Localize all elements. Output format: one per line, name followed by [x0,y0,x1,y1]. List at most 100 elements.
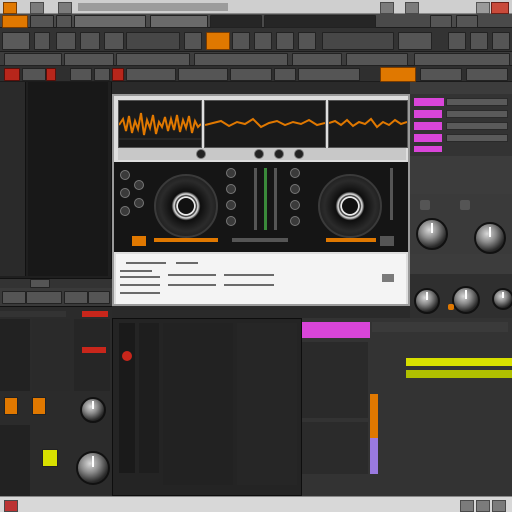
tab-button[interactable] [64,291,88,304]
mixer-knob[interactable] [226,184,236,194]
browser-list[interactable] [28,82,108,276]
deck-button[interactable] [120,206,130,216]
toolbar-button[interactable] [298,32,316,50]
toolbar-button[interactable] [70,68,92,81]
record-icon[interactable] [122,351,132,361]
channel-fader[interactable] [254,168,257,230]
tab-button[interactable] [2,291,26,304]
minimize-icon[interactable] [476,2,490,14]
clip-yellow-2[interactable] [406,370,512,378]
sampler-list[interactable] [0,319,30,391]
knob-icon[interactable] [80,397,106,423]
toolbar-field[interactable] [4,53,62,66]
knob-icon[interactable] [492,288,512,310]
list-row[interactable] [446,122,508,130]
toolbar-button[interactable] [470,32,488,50]
mixer-knob[interactable] [290,200,300,210]
toolbar-button[interactable] [126,32,180,50]
settings-icon[interactable] [380,2,394,14]
mixer-knob[interactable] [226,216,236,226]
highlighted-row[interactable] [414,110,442,118]
toolbar-button[interactable] [94,68,110,81]
hotcue-strip[interactable] [326,238,376,242]
status-icon[interactable] [460,500,474,512]
toolbar-button[interactable] [448,32,466,50]
sampler-list[interactable] [74,319,110,391]
clip-list[interactable] [302,342,368,418]
toolbar-field[interactable] [420,68,462,81]
record-icon[interactable] [206,32,230,50]
deck-button[interactable] [120,170,130,180]
toolbar-button[interactable] [34,32,50,50]
info-icon[interactable] [382,274,394,282]
channel-fader[interactable] [274,168,277,230]
track-list[interactable] [112,318,302,496]
pitch-fader[interactable] [390,168,393,220]
record-icon[interactable] [4,68,20,81]
playlist-mini[interactable] [410,94,512,156]
knob-icon[interactable] [452,286,480,314]
clip-yellow[interactable] [406,358,512,366]
toolbar-button[interactable] [2,32,30,50]
cue-button[interactable] [132,236,146,246]
deck-button[interactable] [120,188,130,198]
file-icon[interactable] [58,2,72,14]
window-icon[interactable] [405,2,419,14]
toolbar-field[interactable] [298,68,360,81]
toolbar-field[interactable] [74,15,146,28]
highlighted-row[interactable] [414,146,442,152]
toolbar-button[interactable] [274,68,296,81]
toolbar-field[interactable] [194,53,288,66]
toolbar-field[interactable] [346,53,408,66]
status-icon[interactable] [492,500,506,512]
toolbar-field[interactable] [466,68,508,81]
toolbar-button[interactable] [56,15,72,28]
pad-button[interactable] [4,397,18,415]
crossfader[interactable] [232,238,288,242]
browser-button[interactable] [30,279,50,288]
toolbar-button[interactable] [22,68,46,81]
tab-button[interactable] [88,291,110,304]
toolbar-field[interactable] [178,68,228,81]
knob-icon[interactable] [474,222,506,254]
deck-button[interactable] [134,180,144,190]
toolbar-button[interactable] [104,32,124,50]
status-icon[interactable] [476,500,490,512]
knob-icon[interactable] [416,218,448,250]
toolbar-field[interactable] [116,53,190,66]
toolbar-field[interactable] [64,53,114,66]
toolbar-field[interactable] [264,15,376,28]
waveform-display[interactable] [118,100,202,148]
toolbar-field[interactable] [322,32,394,50]
toolbar-field[interactable] [150,15,208,28]
control-button[interactable] [254,149,264,159]
toolbar-button[interactable] [276,32,294,50]
control-button[interactable] [196,149,206,159]
mode-button[interactable] [2,15,28,28]
toolbar-field[interactable] [230,68,272,81]
toolbar-field[interactable] [210,15,262,28]
mixer-knob[interactable] [290,168,300,178]
close-icon[interactable] [491,2,509,14]
toolbar-button[interactable] [30,15,54,28]
deck-button[interactable] [134,198,144,208]
mixer-knob[interactable] [290,184,300,194]
toolbar-button[interactable] [80,32,100,50]
play-icon[interactable] [380,67,416,82]
app-icon[interactable] [3,2,17,14]
list-row[interactable] [446,98,508,106]
browser-index[interactable] [0,82,26,276]
toolbar-button[interactable] [232,32,250,50]
toolbar-button[interactable] [430,15,452,28]
jog-wheel-left[interactable] [154,174,218,238]
control-button[interactable] [274,149,284,159]
toolbar-button[interactable] [492,32,510,50]
pad-button[interactable] [32,397,46,415]
sampler-list[interactable] [32,319,70,391]
mixer-knob[interactable] [226,168,236,178]
menu-icon[interactable] [30,2,44,14]
list-row[interactable] [446,110,508,118]
toolbar-button[interactable] [184,32,202,50]
mixer-knob[interactable] [226,200,236,210]
toolbar-field[interactable] [414,53,510,66]
